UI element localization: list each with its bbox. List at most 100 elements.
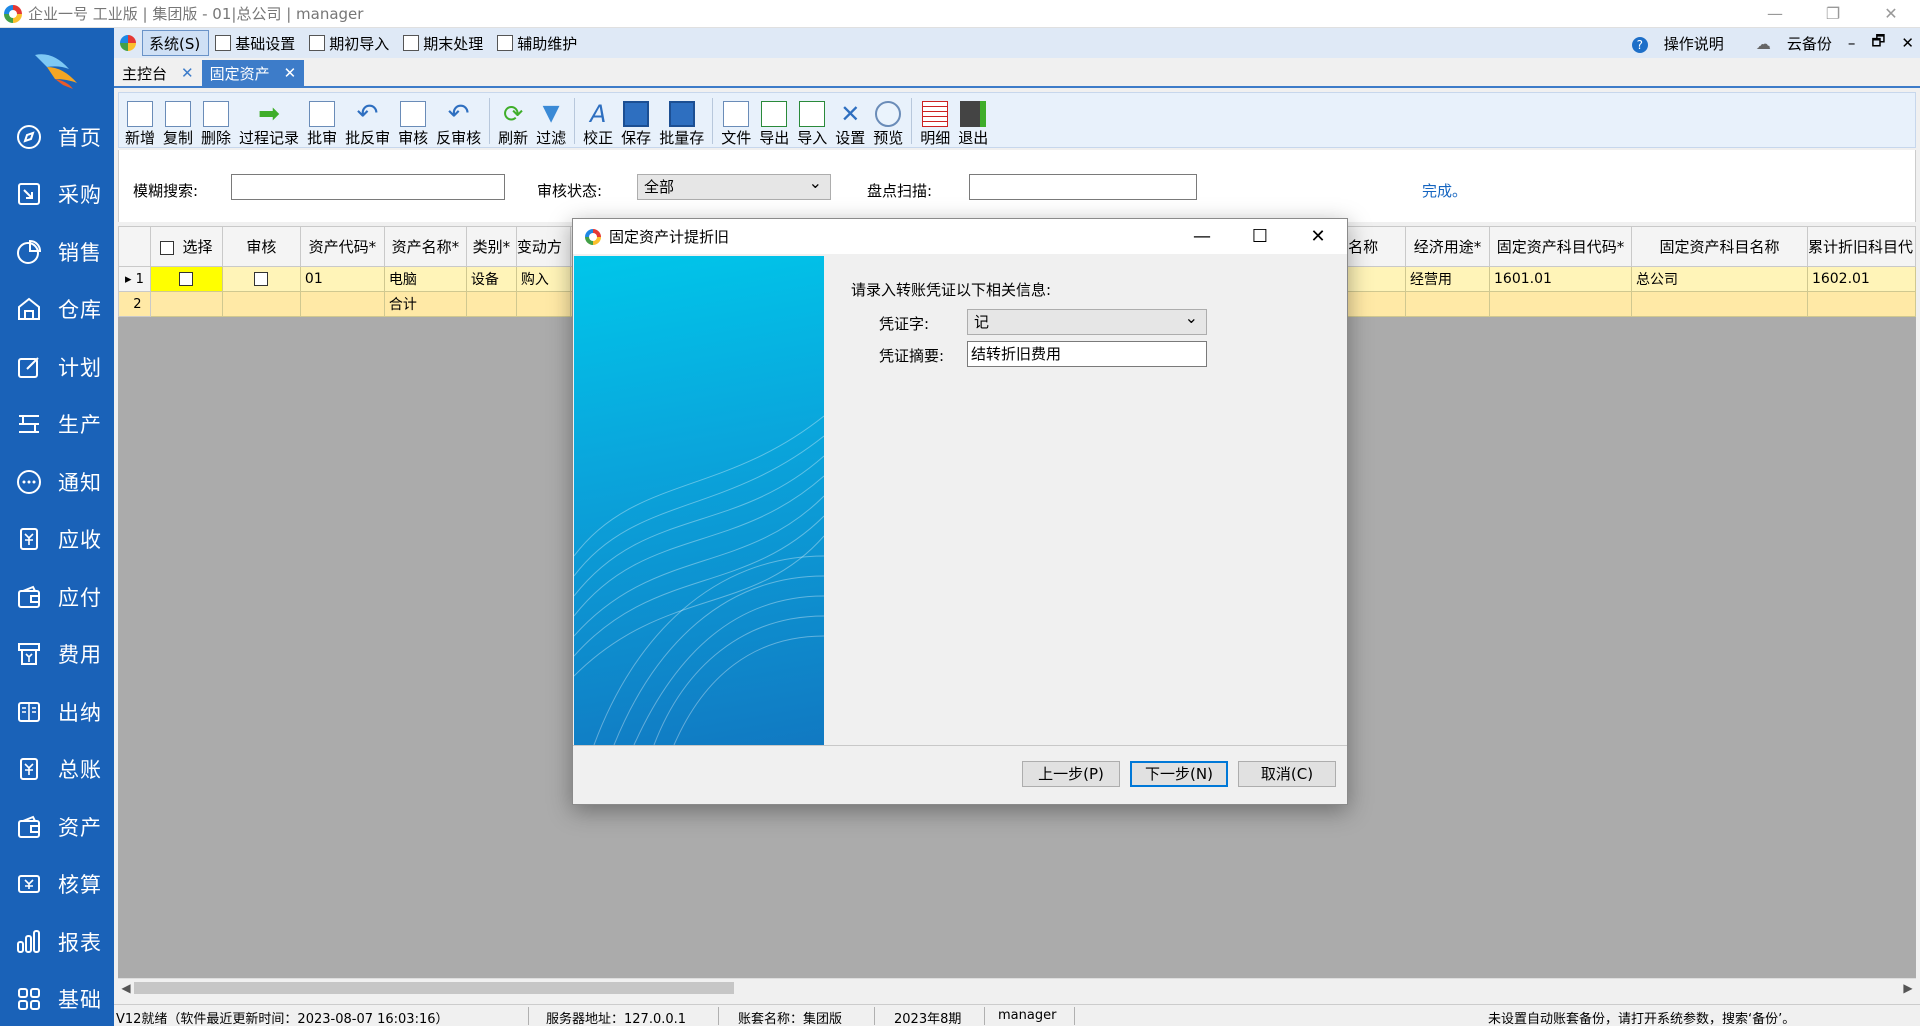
preview-button[interactable]: 预览 [873,95,903,147]
save-button[interactable]: 保存 [621,95,651,147]
asset-code-cell[interactable]: 01 [299,266,385,292]
category-cell[interactable]: 设备 [465,266,517,292]
inner-close-icon[interactable]: ✕ [1901,34,1914,52]
inner-restore-icon[interactable]: 🗗 [1871,31,1885,56]
menu-system[interactable]: 系统(S) [142,30,210,56]
inner-minimize-icon[interactable]: – [1848,34,1856,52]
asset-account-code-cell[interactable]: 1601.01 [1489,266,1632,292]
review-cell[interactable] [221,291,301,317]
depreciation-account-code-cell[interactable] [1806,291,1916,317]
dialog-minimize-icon[interactable]: — [1173,219,1231,254]
batch-unapprove-button[interactable]: ↶ 批反审 [345,95,390,147]
sidebar-item-production[interactable]: 生产 [0,396,114,454]
category-cell[interactable] [465,291,517,317]
sidebar-item-asset[interactable]: 资产 [0,798,114,856]
sidebar-item-plan[interactable]: 计划 [0,338,114,396]
cancel-button[interactable]: 取消(C) [1238,761,1336,787]
economic-use-cell[interactable] [1405,291,1491,317]
next-step-button[interactable]: 下一步(N) [1130,761,1228,787]
header-review[interactable]: 审核 [221,226,301,267]
scroll-left-icon[interactable]: ◀ [118,979,134,997]
sidebar-item-sales[interactable]: 销售 [0,223,114,281]
change-type-cell[interactable] [515,291,571,317]
settings-button[interactable]: ✕ 设置 [835,95,865,147]
copy-button[interactable]: 复制 [163,95,193,147]
tab-main-console[interactable]: 主控台 ✕ [114,60,202,86]
minimize-icon[interactable]: — [1746,0,1804,28]
header-economic-use[interactable]: 经济用途* [1405,226,1491,267]
depreciation-account-code-cell[interactable]: 1602.01 [1806,266,1916,292]
header-asset-code[interactable]: 资产代码* [299,226,385,267]
help-button[interactable]: ? 操作说明 [1616,33,1724,54]
menu-initial-import[interactable]: 期初导入 [303,30,397,56]
sidebar-item-notice[interactable]: 通知 [0,453,114,511]
header-asset-name[interactable]: 资产名称* [383,226,467,267]
sidebar-item-ledger[interactable]: 总账 [0,741,114,799]
cloud-backup-button[interactable]: ☁ 云备份 [1740,33,1832,54]
sidebar-item-payable[interactable]: 应付 [0,568,114,626]
done-link[interactable]: 完成。 [1422,180,1467,201]
new-button[interactable]: 新增 [125,95,155,147]
select-cell[interactable] [149,291,223,317]
close-icon[interactable]: ✕ [1862,0,1920,28]
process-log-button[interactable]: ➡ 过程记录 [239,95,299,147]
sidebar-item-purchase[interactable]: 采购 [0,166,114,224]
sidebar-item-accounting[interactable]: 核算 [0,856,114,914]
asset-account-name-cell[interactable]: 总公司 [1631,266,1808,292]
dialog-close-icon[interactable]: ✕ [1289,219,1347,254]
sidebar-item-cashier[interactable]: 出纳 [0,683,114,741]
economic-use-cell[interactable]: 经营用 [1405,266,1491,292]
prev-step-button[interactable]: 上一步(P) [1022,761,1120,787]
batch-approve-button[interactable]: 批审 [307,95,337,147]
review-status-select[interactable]: 全部 [637,171,831,200]
name-cell[interactable] [1347,291,1407,317]
tab-close-icon[interactable]: ✕ [181,64,194,82]
select-all-checkbox[interactable] [160,240,175,255]
change-type-cell[interactable]: 购入 [515,266,571,292]
filter-button[interactable]: ▼ 过滤 [536,95,566,147]
unapprove-button[interactable]: ↶ 反审核 [436,95,481,147]
menu-aux-maintenance[interactable]: 辅助维护 [491,30,585,56]
scroll-right-icon[interactable]: ▶ [1900,979,1916,997]
sidebar-item-report[interactable]: 报表 [0,913,114,971]
scrollbar-thumb[interactable] [134,982,734,994]
header-category[interactable]: 类别* [465,226,517,267]
file-button[interactable]: 文件 [721,95,751,147]
row-select-checkbox[interactable] [179,272,194,286]
asset-name-cell[interactable]: 电脑 [383,266,467,292]
correct-button[interactable]: A 校正 [583,95,613,147]
row-review-checkbox[interactable] [254,272,269,286]
header-asset-account-name[interactable]: 固定资产科目名称 [1631,226,1808,267]
review-cell[interactable] [221,266,301,292]
header-asset-account-code[interactable]: 固定资产科目代码* [1489,226,1632,267]
asset-account-name-cell[interactable] [1631,291,1808,317]
sidebar-item-expense[interactable]: 费用 [0,626,114,684]
header-name[interactable]: 名称 [1347,226,1407,267]
delete-button[interactable]: 删除 [201,95,231,147]
restore-icon[interactable]: ❐ [1804,0,1862,28]
select-cell[interactable] [149,266,223,292]
tab-fixed-assets[interactable]: 固定资产 ✕ [201,60,305,86]
sidebar-item-receivable[interactable]: 应收 [0,511,114,569]
sidebar-item-basic[interactable]: 基础 [0,971,114,1026]
horizontal-scrollbar[interactable]: ◀ ▶ [118,978,1916,996]
fuzzy-search-input[interactable] [231,174,505,200]
detail-button[interactable]: 明细 [920,95,950,147]
refresh-button[interactable]: ⟳ 刷新 [498,95,528,147]
voucher-summary-input[interactable]: 结转折旧费用 [967,341,1207,367]
header-depreciation-account-code[interactable]: 累计折旧科目代 [1806,226,1916,267]
sidebar-item-warehouse[interactable]: 仓库 [0,281,114,339]
sidebar-item-home[interactable]: 首页 [0,108,114,166]
header-change-type[interactable]: 变动方 [515,226,571,267]
import-button[interactable]: 导入 [797,95,827,147]
inventory-scan-input[interactable] [969,174,1197,200]
dialog-maximize-icon[interactable]: ☐ [1231,219,1289,254]
exit-button[interactable]: 退出 [958,95,988,147]
name-cell[interactable] [1347,266,1407,292]
tab-close-icon[interactable]: ✕ [284,64,297,82]
export-button[interactable]: 导出 [759,95,789,147]
approve-button[interactable]: 审核 [398,95,428,147]
menu-basic-settings[interactable]: 基础设置 [209,30,303,56]
batch-save-button[interactable]: 批量存 [659,95,704,147]
voucher-type-select[interactable]: 记 [967,306,1207,335]
